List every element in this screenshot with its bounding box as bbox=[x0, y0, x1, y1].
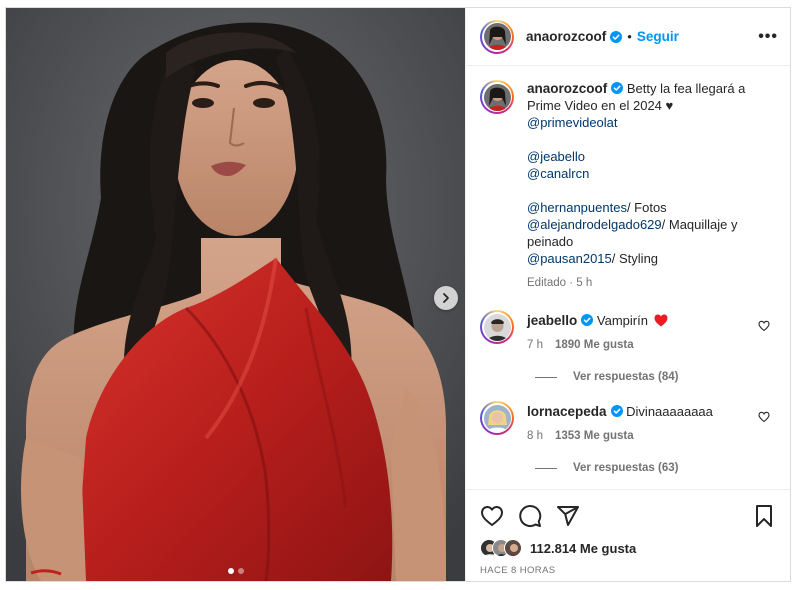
view-replies-label: Ver respuestas (63) bbox=[573, 462, 679, 474]
avatar-photo bbox=[483, 83, 511, 111]
comment-time: 7 h bbox=[527, 339, 543, 351]
more-options-icon[interactable]: ••• bbox=[758, 28, 778, 46]
comment-username[interactable]: lornacepeda bbox=[527, 404, 607, 419]
commenter-avatar[interactable] bbox=[480, 401, 514, 435]
replies-divider bbox=[535, 376, 557, 378]
post-side-panel: anaorozcoof • Seguir ••• anaorozcoof Bet… bbox=[465, 8, 790, 581]
avatar-photo bbox=[483, 404, 511, 432]
avatar-photo bbox=[483, 313, 511, 341]
like-button[interactable] bbox=[480, 504, 504, 528]
liker-avatar bbox=[504, 539, 522, 557]
commenter-avatar[interactable] bbox=[480, 310, 514, 344]
comment-text: Vampirín bbox=[596, 313, 648, 328]
comment-likes[interactable]: 1890 Me gusta bbox=[555, 339, 634, 351]
caption-text: anaorozcoof Betty la fea llegará a Prime… bbox=[527, 80, 776, 292]
bookmark-icon bbox=[756, 505, 772, 527]
mention-link[interactable]: @primevideolat bbox=[527, 115, 618, 130]
share-button[interactable] bbox=[556, 504, 580, 528]
paper-plane-icon bbox=[557, 506, 579, 526]
post-timestamp[interactable]: HACE 8 HORAS bbox=[480, 565, 776, 576]
caption-meta: Editado · 5 h bbox=[527, 277, 593, 289]
comments-area[interactable]: anaorozcoof Betty la fea llegará a Prime… bbox=[466, 66, 790, 489]
comment-bubble-icon bbox=[519, 505, 542, 528]
post-header: anaorozcoof • Seguir ••• bbox=[466, 8, 790, 66]
credit-text: / Styling bbox=[611, 251, 659, 266]
caption-username[interactable]: anaorozcoof bbox=[527, 81, 607, 96]
carousel-dot bbox=[238, 568, 244, 574]
view-replies-label: Ver respuestas (84) bbox=[573, 371, 679, 383]
caption: anaorozcoof Betty la fea llegará a Prime… bbox=[480, 80, 776, 292]
mention-link[interactable]: @hernanpuentes bbox=[527, 200, 627, 215]
avatar-photo bbox=[483, 23, 511, 50]
chevron-right-icon bbox=[443, 293, 449, 303]
replies-divider bbox=[535, 467, 557, 469]
follow-button[interactable]: Seguir bbox=[637, 29, 679, 44]
mention-link[interactable]: @jeabello bbox=[527, 149, 585, 164]
likes-summary[interactable]: 112.814 Me gusta bbox=[480, 539, 776, 557]
verified-badge-icon bbox=[610, 405, 623, 417]
mention-link[interactable]: @pausan2015 bbox=[527, 251, 612, 266]
red-heart-emoji-icon bbox=[654, 314, 668, 327]
heart-icon bbox=[481, 506, 503, 526]
like-comment-heart-icon[interactable] bbox=[758, 320, 770, 332]
like-comment-heart-icon[interactable] bbox=[758, 411, 770, 423]
likes-count[interactable]: 112.814 Me gusta bbox=[530, 541, 636, 556]
comment-username[interactable]: jeabello bbox=[527, 313, 577, 328]
next-slide-button[interactable] bbox=[434, 286, 458, 310]
verified-badge-icon bbox=[581, 314, 594, 326]
view-replies-button[interactable]: Ver respuestas (84) bbox=[535, 371, 776, 383]
header-separator: • bbox=[627, 29, 632, 44]
author-avatar[interactable] bbox=[480, 19, 514, 54]
mention-link[interactable]: @alejandrodelgado629 bbox=[527, 217, 662, 232]
carousel-indicator bbox=[228, 568, 244, 574]
comment-text: Divinaaaaaaaa bbox=[626, 404, 713, 419]
author-username[interactable]: anaorozcoof bbox=[526, 29, 606, 44]
verified-badge-icon bbox=[610, 30, 623, 43]
comment-button[interactable] bbox=[518, 504, 542, 528]
save-button[interactable] bbox=[752, 504, 776, 528]
comment-likes[interactable]: 1353 Me gusta bbox=[555, 430, 634, 442]
view-replies-button[interactable]: Ver respuestas (63) bbox=[535, 462, 776, 474]
mention-link[interactable]: @canalrcn bbox=[527, 166, 589, 181]
caption-avatar[interactable] bbox=[480, 80, 514, 114]
credit-text: / Fotos bbox=[626, 200, 667, 215]
post-dialog: anaorozcoof • Seguir ••• anaorozcoof Bet… bbox=[5, 7, 791, 582]
post-photo bbox=[6, 8, 465, 581]
comment-item: jeabello Vampirín 7 h 1890 Me gusta bbox=[480, 310, 776, 351]
verified-badge-icon bbox=[611, 82, 624, 94]
post-actions: 112.814 Me gusta HACE 8 HORAS bbox=[466, 489, 790, 581]
comment-item: lornacepeda Divinaaaaaaaa 8 h 1353 Me gus… bbox=[480, 401, 776, 442]
carousel-dot-active bbox=[228, 568, 234, 574]
post-media[interactable] bbox=[6, 8, 465, 581]
liker-avatars bbox=[480, 539, 522, 557]
comment-time: 8 h bbox=[527, 430, 543, 442]
